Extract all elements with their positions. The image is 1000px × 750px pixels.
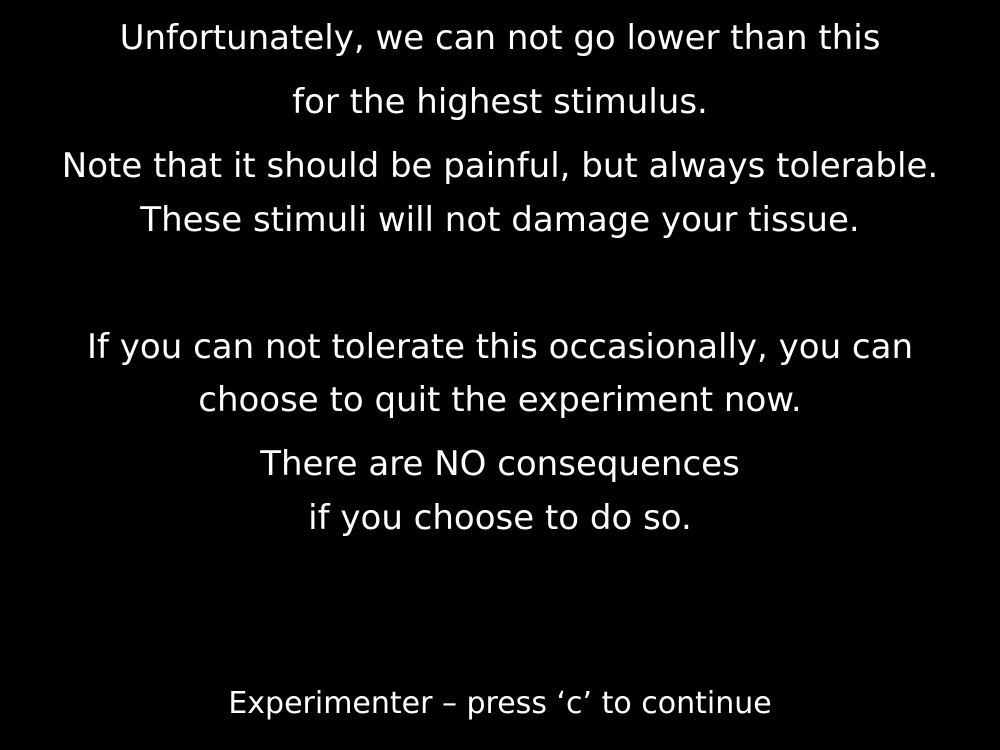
message-line-6: choose to quit the experiment now.	[198, 380, 802, 420]
message-line-7: There are NO consequences	[260, 444, 740, 484]
continue-instruction: Experimenter – press ‘c’ to continue	[228, 686, 772, 721]
message-line-8: if you choose to do so.	[308, 498, 692, 538]
message-line-1: Unfortunately, we can not go lower than …	[119, 18, 881, 58]
message-line-4: These stimuli will not damage your tissu…	[140, 200, 860, 240]
message-line-3: Note that it should be painful, but alwa…	[61, 146, 939, 186]
message-line-2: for the highest stimulus.	[292, 82, 708, 122]
message-line-5: If you can not tolerate this occasionall…	[86, 327, 914, 367]
instruction-screen: Unfortunately, we can not go lower than …	[0, 0, 1000, 750]
